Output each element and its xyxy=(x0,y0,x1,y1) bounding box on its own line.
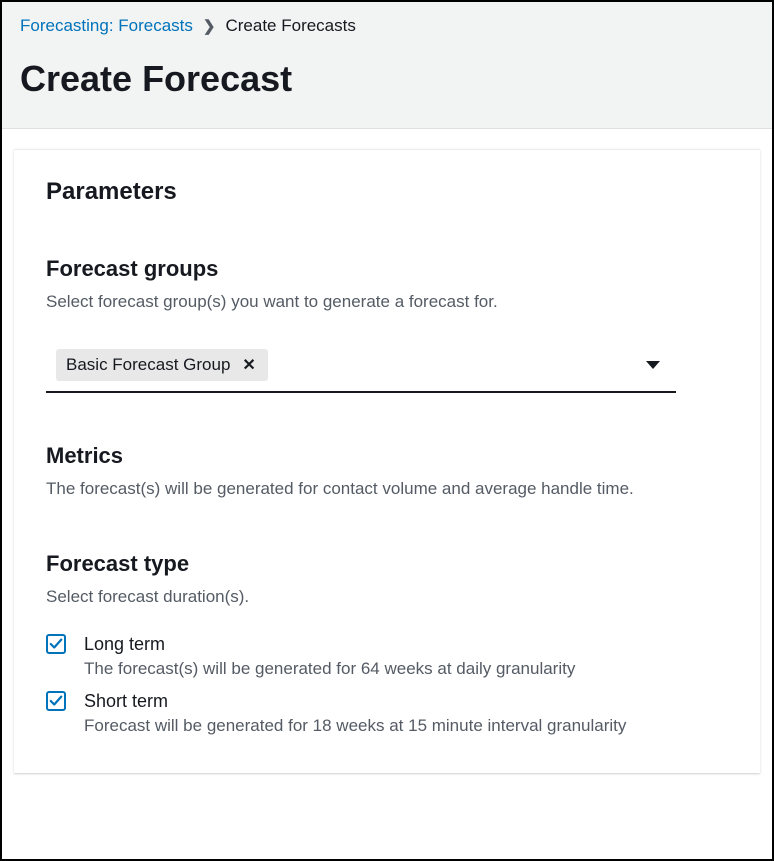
caret-down-icon xyxy=(646,361,660,369)
chevron-right-icon: ❯ xyxy=(203,17,216,35)
long-term-description: The forecast(s) will be generated for 64… xyxy=(84,656,728,682)
metrics-heading: Metrics xyxy=(46,443,728,469)
check-icon xyxy=(49,637,63,651)
forecast-groups-description: Select forecast group(s) you want to gen… xyxy=(46,290,728,315)
breadcrumb: Forecasting: Forecasts ❯ Create Forecast… xyxy=(20,16,754,36)
short-term-label: Short term xyxy=(84,689,728,713)
forecast-type-option-short-term: Short term Forecast will be generated fo… xyxy=(46,689,728,740)
forecast-groups-section: Forecast groups Select forecast group(s)… xyxy=(46,256,728,393)
selected-group-label: Basic Forecast Group xyxy=(66,355,230,375)
short-term-description: Forecast will be generated for 18 weeks … xyxy=(84,713,728,739)
breadcrumb-current: Create Forecasts xyxy=(225,16,355,36)
page-title: Create Forecast xyxy=(20,58,754,100)
forecast-groups-heading: Forecast groups xyxy=(46,256,728,282)
long-term-checkbox[interactable] xyxy=(46,634,66,654)
short-term-checkbox[interactable] xyxy=(46,691,66,711)
forecast-type-section: Forecast type Select forecast duration(s… xyxy=(46,551,728,739)
long-term-label: Long term xyxy=(84,632,728,656)
forecast-groups-multiselect[interactable]: Basic Forecast Group ✕ xyxy=(46,339,676,393)
metrics-description: The forecast(s) will be generated for co… xyxy=(46,477,728,502)
forecast-type-heading: Forecast type xyxy=(46,551,728,577)
remove-chip-icon[interactable]: ✕ xyxy=(240,355,257,375)
metrics-section: Metrics The forecast(s) will be generate… xyxy=(46,443,728,502)
breadcrumb-parent-link[interactable]: Forecasting: Forecasts xyxy=(20,16,193,36)
forecast-type-description: Select forecast duration(s). xyxy=(46,585,728,610)
parameters-card: Parameters Forecast groups Select foreca… xyxy=(14,149,760,773)
forecast-type-option-long-term: Long term The forecast(s) will be genera… xyxy=(46,632,728,683)
parameters-heading: Parameters xyxy=(46,178,728,206)
check-icon xyxy=(49,694,63,708)
selected-group-chip: Basic Forecast Group ✕ xyxy=(56,349,268,381)
